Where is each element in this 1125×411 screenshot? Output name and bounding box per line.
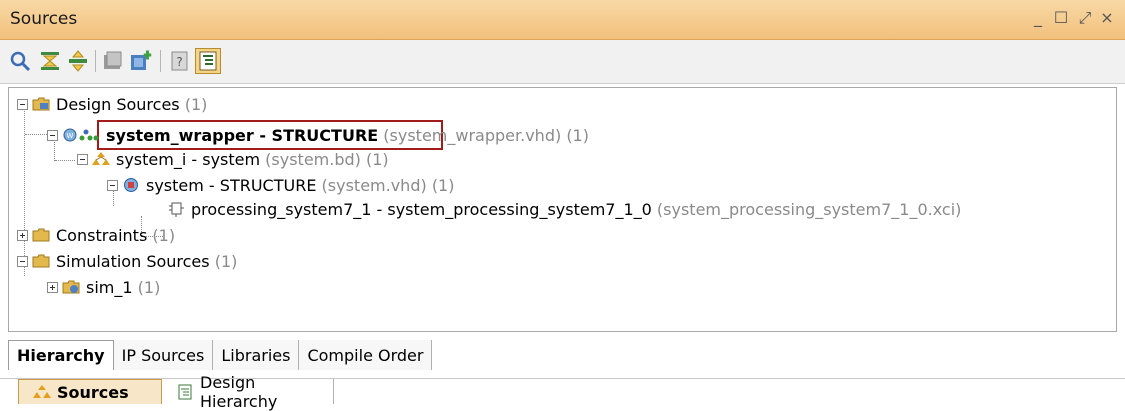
tab-libraries[interactable]: Libraries <box>213 340 300 370</box>
tree-item-file: (system_wrapper.vhd) <box>383 125 562 145</box>
float-icon[interactable]: ⤢ <box>1074 6 1096 30</box>
simulation-set-icon <box>62 279 80 295</box>
tree-item-count: (1) <box>431 175 455 195</box>
folder-icon <box>32 253 50 269</box>
tree-item-label: system - STRUCTURE <box>146 175 317 195</box>
tree-item-file: (system.vhd) <box>321 175 427 195</box>
toolbar-separator <box>160 50 161 72</box>
tree-connector <box>25 134 47 135</box>
tree-item-count: (1) <box>566 125 589 145</box>
search-icon[interactable] <box>8 49 32 73</box>
ip-core-icon <box>167 201 185 217</box>
tree-connector <box>55 160 75 161</box>
add-ip-icon[interactable] <box>128 49 152 73</box>
collapse-toggle[interactable] <box>17 98 28 110</box>
collapse-toggle[interactable] <box>107 179 118 191</box>
tree-item-file: (system_processing_system7_1_0.xci) <box>656 199 962 219</box>
collapse-toggle[interactable] <box>47 129 58 141</box>
tree-item-constraints[interactable]: Constraints (1) <box>17 222 175 248</box>
block-design-icon <box>92 151 110 167</box>
expand-toggle[interactable] <box>17 229 28 241</box>
tree-item-count: (1) <box>366 149 389 169</box>
tree-item-label: Design Sources <box>56 94 180 114</box>
tree-item-system-i[interactable]: system_i - system (system.bd) (1) <box>77 146 389 172</box>
sources-tree: Design Sources (1) W system_wrapper - ST… <box>8 87 1117 332</box>
tree-item-count: (1) <box>152 225 176 245</box>
tab-hierarchy[interactable]: Hierarchy <box>8 340 114 370</box>
tree-item-label: Simulation Sources <box>56 251 210 271</box>
svg-text:W: W <box>67 132 74 140</box>
collapse-toggle[interactable] <box>77 153 88 165</box>
tree-item-count: (1) <box>184 94 208 114</box>
tab-compile-order[interactable]: Compile Order <box>299 340 433 370</box>
tab-sources-label: Sources <box>57 382 129 402</box>
tree-item-label: Constraints <box>56 225 148 245</box>
folder-icon <box>32 227 50 243</box>
toolbar: ? <box>0 40 1125 84</box>
tab-design-hierarchy[interactable]: Design Hierarchy <box>168 373 334 411</box>
expand-toggle[interactable] <box>47 281 58 293</box>
tree-item-label: system_wrapper - STRUCTURE <box>106 125 379 145</box>
help-icon[interactable]: ? <box>168 49 192 73</box>
maximize-icon[interactable]: ☐ <box>1050 6 1072 30</box>
vhdl-top-module-icon: W <box>62 127 100 143</box>
tree-item-processing-system7-1[interactable]: processing_system7_1 - system_processing… <box>167 196 961 222</box>
tree-item-simulation-sources[interactable]: Simulation Sources (1) <box>17 248 237 274</box>
tree-item-file: (system.bd) <box>265 149 361 169</box>
tree-item-label: processing_system7_1 - system_processing… <box>191 199 652 219</box>
tree-item-label: sim_1 <box>86 277 133 297</box>
collapse-toggle[interactable] <box>17 255 28 267</box>
tree-item-design-sources[interactable]: Design Sources (1) <box>17 91 207 117</box>
vhdl-module-icon <box>122 177 140 193</box>
tree-item-count: (1) <box>137 277 161 297</box>
toolbar-separator <box>95 50 96 72</box>
tree-item-count: (1) <box>214 251 238 271</box>
svg-text:?: ? <box>176 55 182 69</box>
close-icon[interactable]: × <box>1096 6 1118 30</box>
tab-ip-sources[interactable]: IP Sources <box>113 340 214 370</box>
hierarchy-icon <box>176 384 194 400</box>
folder-icon <box>32 96 50 112</box>
add-sources-icon[interactable] <box>101 49 125 73</box>
hierarchy-view-icon[interactable] <box>195 48 221 74</box>
tree-item-label: system_i - system <box>116 149 261 169</box>
tree-item-system[interactable]: system - STRUCTURE (system.vhd) (1) <box>107 172 454 198</box>
tab-sources[interactable]: Sources <box>18 379 162 404</box>
panel-tabs: Sources Design Hierarchy <box>0 373 1125 411</box>
tab-design-hierarchy-label: Design Hierarchy <box>200 372 278 411</box>
sources-icon <box>33 384 51 400</box>
collapse-all-icon[interactable] <box>38 49 62 73</box>
minimize-icon[interactable]: _ <box>1027 6 1049 30</box>
panel-title-bar: Sources _ ☐ ⤢ × <box>0 0 1125 40</box>
panel-title: Sources <box>10 9 78 29</box>
tree-item-sim-1[interactable]: sim_1 (1) <box>47 274 160 300</box>
expand-all-icon[interactable] <box>66 49 90 73</box>
view-tabs: Hierarchy IP Sources Libraries Compile O… <box>8 340 433 370</box>
tree-item-system-wrapper[interactable]: W system_wrapper - STRUCTURE (system_wra… <box>47 122 589 148</box>
